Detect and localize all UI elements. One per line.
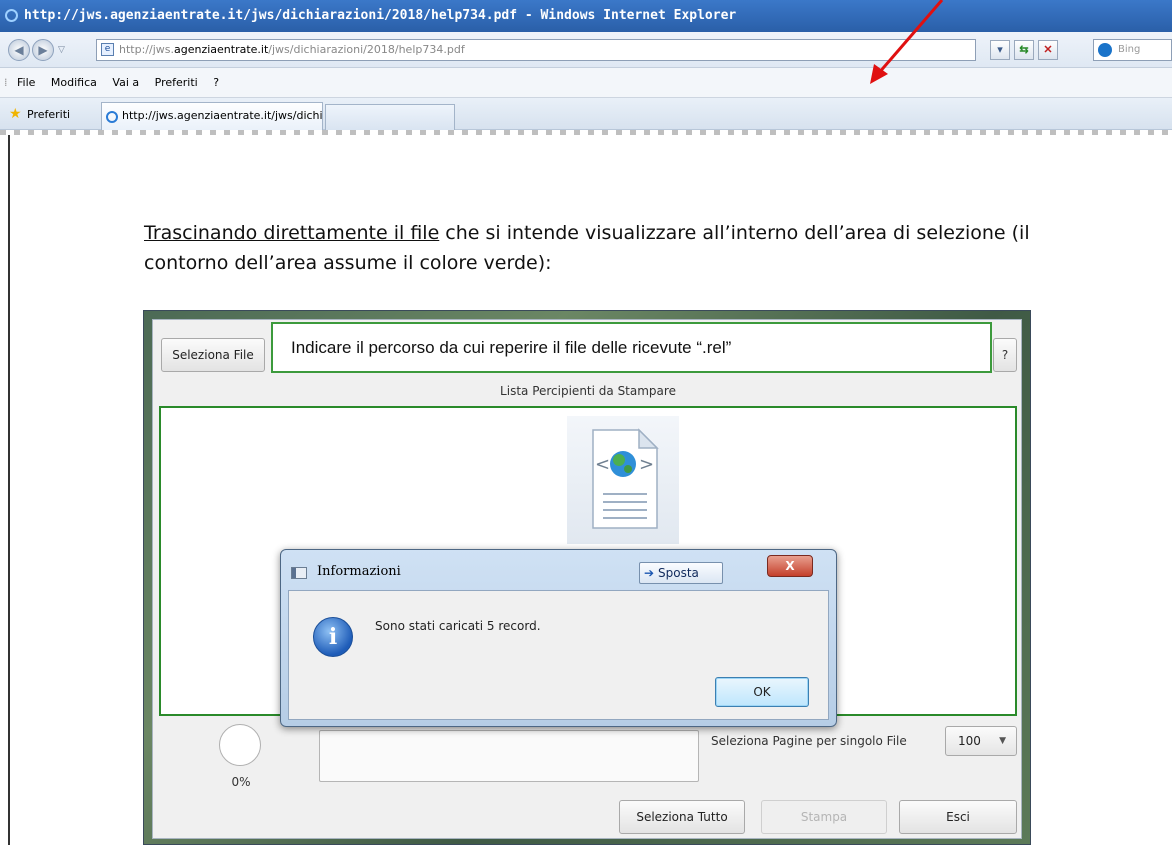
pages-select[interactable]: 100 ▼ (945, 726, 1017, 756)
history-dropdown-icon[interactable]: ▽ (58, 44, 65, 55)
paragraph-line2: contorno dell’area assume il colore verd… (144, 252, 552, 274)
address-input[interactable]: e http://jws.agenziaentrate.it/jws/dichi… (96, 39, 976, 61)
ie-logo-icon (5, 9, 18, 22)
info-dialog: Informazioni ➔ Sposta X i Sono stati car… (280, 549, 837, 727)
chevron-down-icon: ▼ (999, 736, 1006, 746)
web-file-icon: < > (567, 416, 679, 544)
menu-help[interactable]: ? (213, 76, 219, 89)
bing-icon (1098, 43, 1112, 57)
pages-value: 100 (958, 734, 981, 748)
pages-label: Seleziona Pagine per singolo File (711, 734, 907, 748)
page-left-border (8, 135, 10, 845)
print-button[interactable]: Stampa (761, 800, 887, 834)
window-title-bar: http://jws.agenziaentrate.it/jws/dichiar… (0, 0, 1172, 32)
favorites-button[interactable]: ★ Preferiti (9, 106, 70, 124)
select-file-button[interactable]: Seleziona File (161, 338, 265, 372)
move-label: Sposta (658, 566, 699, 580)
help-button[interactable]: ? (993, 338, 1017, 372)
exit-button[interactable]: Esci (899, 800, 1017, 834)
close-button[interactable]: X (767, 555, 813, 577)
forward-button[interactable]: ▶ (32, 39, 54, 61)
svg-text:>: > (639, 454, 654, 475)
favorites-label: Preferiti (27, 108, 71, 121)
paragraph-line1-rest: che si intende visualizzare all’interno … (439, 222, 1030, 244)
address-dropdown-icon[interactable]: ▾ (990, 40, 1010, 60)
select-all-button[interactable]: Seleziona Tutto (619, 800, 745, 834)
dialog-message: Sono stati caricati 5 record. (375, 619, 541, 633)
menu-file[interactable]: File (17, 76, 35, 89)
progress-box (319, 730, 699, 782)
dialog-body: i Sono stati caricati 5 record. OK (288, 590, 829, 720)
instruction-paragraph: Trascinando direttamente il file che si … (144, 218, 1172, 278)
progress-percent: 0% (231, 775, 251, 789)
address-toolbar: ◀ ▶ ▽ e http://jws.agenziaentrate.it/jws… (0, 32, 1172, 68)
progress-indicator (219, 724, 261, 766)
info-icon: i (313, 617, 353, 657)
toolbar-strip (0, 130, 1172, 135)
menu-grip-icon: ⁞ (4, 76, 8, 89)
menu-bar: ⁞ File Modifica Vai a Preferiti ? (0, 68, 1172, 98)
red-arrow-annotation (870, 0, 944, 84)
menu-modifica[interactable]: Modifica (51, 76, 97, 89)
svg-text:<: < (595, 454, 610, 475)
menu-preferiti[interactable]: Preferiti (155, 76, 198, 89)
page-icon: e (101, 43, 114, 56)
stop-icon[interactable]: ✕ (1038, 40, 1058, 60)
window-title: http://jws.agenziaentrate.it/jws/dichiar… (24, 8, 737, 23)
new-tab-button[interactable] (325, 104, 455, 130)
favorites-star-icon: ★ (9, 106, 22, 122)
menu-vai-a[interactable]: Vai a (112, 76, 139, 89)
search-input[interactable]: Bing (1093, 39, 1172, 61)
tab-bar: ★ Preferiti http://jws.agenziaentrate.it… (0, 98, 1172, 130)
paragraph-underlined: Trascinando direttamente il file (144, 222, 440, 244)
ok-button[interactable]: OK (715, 677, 809, 707)
tab-active[interactable]: http://jws.agenziaentrate.it/jws/dichiar… (101, 102, 323, 130)
dialog-title: Informazioni (317, 564, 401, 579)
instruction-callout: Indicare il percorso da cui reperire il … (271, 322, 992, 373)
move-button[interactable]: ➔ Sposta (639, 562, 723, 584)
back-button[interactable]: ◀ (8, 39, 30, 61)
list-label: Lista Percipienti da Stampare (500, 384, 676, 398)
refresh-icon[interactable]: ⇆ (1014, 40, 1034, 60)
url-domain: agenziaentrate.it (173, 43, 269, 56)
url-prefix: http://jws. (119, 43, 174, 56)
search-placeholder: Bing (1118, 44, 1141, 55)
tab-label: http://jws.agenziaentrate.it/jws/dichiar… (122, 109, 323, 122)
tab-ie-icon (106, 111, 118, 123)
arrow-right-icon: ➔ (644, 566, 655, 580)
window-icon (291, 567, 307, 579)
url-path: /jws/dichiarazioni/2018/help734.pdf (268, 43, 465, 56)
